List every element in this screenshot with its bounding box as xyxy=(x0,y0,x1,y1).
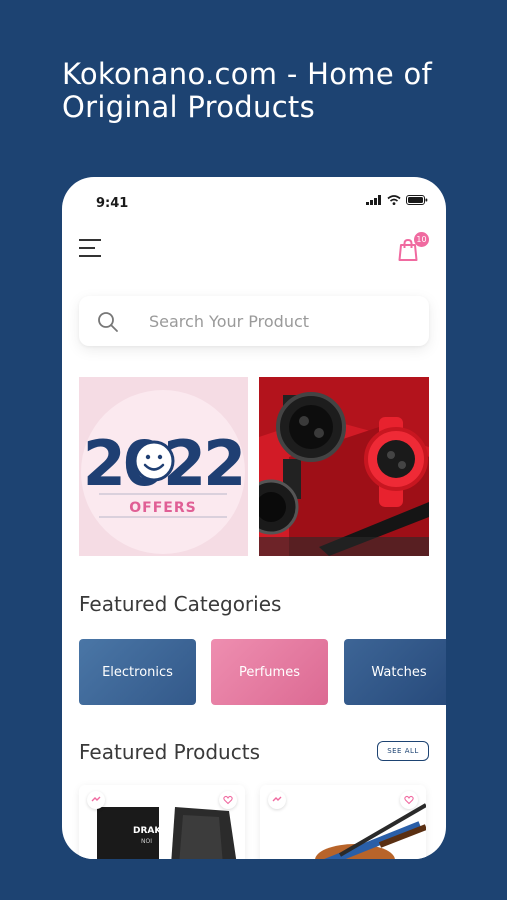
search-input[interactable] xyxy=(149,309,409,333)
compare-icon[interactable] xyxy=(87,791,105,809)
phone-frame: 9:41 10 Search Your Product OFFERS Featu… xyxy=(62,177,446,859)
category-label: Perfumes xyxy=(239,664,300,680)
favorite-heart-icon[interactable] xyxy=(400,791,418,809)
category-electronics[interactable]: Electronics xyxy=(79,639,196,705)
product-sub: NOI xyxy=(141,838,152,845)
watches-banner[interactable] xyxy=(259,377,429,556)
category-label: Electronics xyxy=(102,664,173,680)
compare-icon[interactable] xyxy=(268,791,286,809)
wifi-icon xyxy=(387,195,401,205)
category-perfumes[interactable]: Perfumes xyxy=(211,639,328,705)
featured-products-title: Featured Products xyxy=(79,740,260,764)
favorite-heart-icon[interactable] xyxy=(219,791,237,809)
product-brand: DRAKK xyxy=(133,826,169,836)
offers-banner[interactable]: 2022 OFFERS xyxy=(79,377,248,556)
see-all-button[interactable]: SEE ALL xyxy=(377,741,429,761)
category-label: Watches xyxy=(371,664,427,680)
featured-categories-title: Featured Categories xyxy=(79,592,282,616)
category-watches[interactable]: Watches xyxy=(344,639,446,705)
search-bar[interactable] xyxy=(79,296,429,346)
cart-count-badge: 10 xyxy=(414,232,429,247)
watches-banner-art xyxy=(259,377,429,556)
page-headline: Kokonano.com - Home of Original Products xyxy=(62,57,433,124)
battery-icon xyxy=(406,195,428,205)
offers-banner-art: 2022 OFFERS xyxy=(79,377,248,556)
status-time: 9:41 xyxy=(96,196,129,211)
hamburger-menu-icon[interactable] xyxy=(79,239,101,257)
signal-icon xyxy=(366,195,381,205)
product-card-violin[interactable] xyxy=(260,785,426,859)
search-icon xyxy=(98,312,118,332)
banner-offers-label: OFFERS xyxy=(129,500,196,516)
status-icons xyxy=(366,195,428,205)
product-card-perfume[interactable]: DRAKK NOI xyxy=(79,785,245,859)
